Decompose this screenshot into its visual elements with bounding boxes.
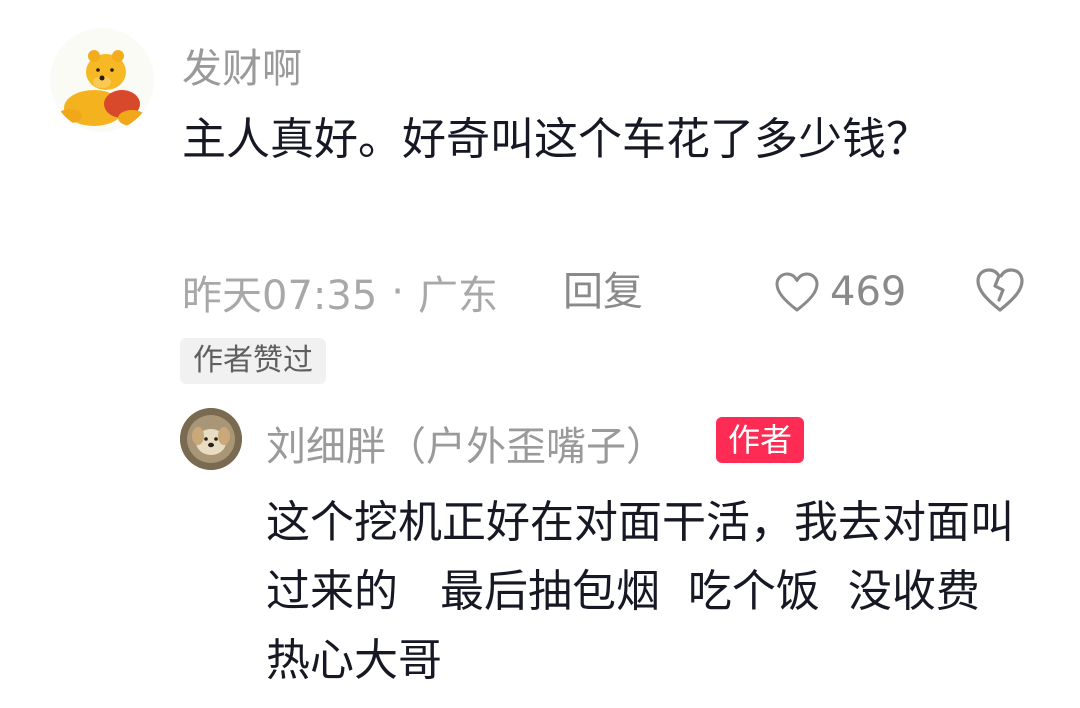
reply-user-avatar[interactable]: [180, 408, 242, 470]
comment-time: 昨天07:35: [182, 273, 378, 319]
dislike-button[interactable]: [974, 266, 1026, 318]
author-liked-tag: 作者赞过: [180, 338, 326, 384]
author-badge: 作者: [716, 417, 805, 463]
comment-meta: 昨天07:35 · 广东: [182, 262, 498, 322]
user-avatar[interactable]: [50, 28, 154, 132]
puppy-avatar-icon: [180, 408, 242, 470]
comment-text: 主人真好。好奇叫这个车花了多少钱？: [182, 114, 930, 165]
like-count: 469: [830, 269, 907, 315]
reply-button[interactable]: 回复: [563, 262, 643, 322]
reply-text: 这个挖机正好在对面干活，我去对面叫过来的 最后抽包烟 吃个饭 没收费 热心大哥: [266, 497, 1022, 686]
broken-heart-icon: [976, 268, 1024, 312]
comment-username[interactable]: 发财啊: [182, 36, 302, 94]
winnie-the-pooh-avatar-icon: [50, 28, 154, 132]
meta-separator: ·: [391, 269, 404, 315]
heart-outline-icon: [775, 272, 819, 312]
comment-location: 广东: [418, 273, 498, 319]
reply-username[interactable]: 刘细胖（户外歪嘴子）: [266, 414, 666, 472]
like-button[interactable]: 469: [774, 262, 906, 322]
